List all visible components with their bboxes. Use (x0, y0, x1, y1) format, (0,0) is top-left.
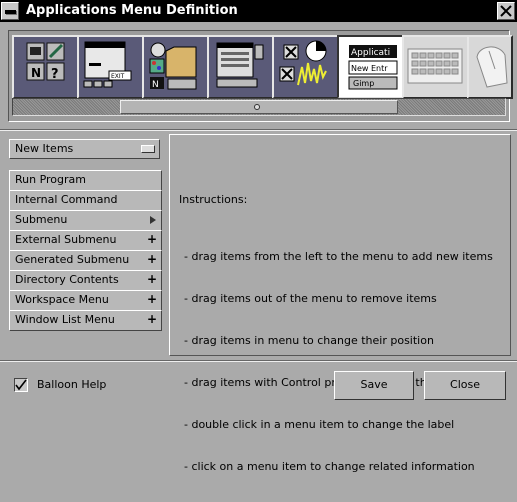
mouse-tile[interactable] (467, 35, 513, 99)
instruction-line: - double click in a menu item to change … (184, 418, 455, 431)
save-button[interactable]: Save (334, 371, 414, 400)
scrollbar-knob[interactable] (120, 100, 398, 114)
instruction-line: - drag items from the left to the menu t… (184, 250, 493, 263)
window-title: Applications Menu Definition (26, 3, 238, 18)
divider (0, 129, 517, 131)
instruction-line: - drag items out of the menu to remove i… (184, 292, 437, 305)
check-icon (15, 379, 27, 391)
item-label: Window List Menu (15, 313, 115, 326)
plus-icon: + (146, 232, 157, 246)
menu-editor-label-1: Applicati (351, 48, 390, 58)
scroll-grip-icon (254, 104, 260, 110)
item-workspace-menu[interactable]: Workspace Menu + (9, 290, 162, 311)
item-label: Generated Submenu (15, 253, 130, 266)
instructions-heading: Instructions: (179, 193, 248, 206)
item-window-list-menu[interactable]: Window List Menu + (9, 310, 162, 331)
item-label: Internal Command (15, 193, 118, 206)
window-icon (216, 42, 264, 88)
balloon-help-label: Balloon Help (37, 378, 107, 391)
item-internal-command[interactable]: Internal Command (9, 190, 162, 211)
plus-icon: + (146, 312, 157, 326)
mixer-icon (279, 40, 327, 86)
plus-icon: + (146, 292, 157, 306)
menu-editor-icon: Applicati New Entr Gimp (348, 45, 398, 90)
item-generated-submenu[interactable]: Generated Submenu + (9, 250, 162, 271)
svg-text:N: N (152, 80, 159, 90)
plus-icon: + (146, 272, 157, 286)
menu-editor-tile[interactable]: Applicati New Entr Gimp (337, 35, 405, 99)
instruction-line: - click on a menu item to change related… (184, 460, 475, 473)
instructions-list: - drag items from the left to the menu t… (184, 222, 493, 502)
balloon-help-checkbox[interactable] (14, 378, 28, 392)
folder-icon: N (149, 42, 197, 90)
instructions-panel: Instructions: - drag items from the left… (169, 134, 511, 473)
misc-tile[interactable] (272, 35, 340, 99)
plus-icon: + (146, 252, 157, 266)
new-items-popup[interactable]: New Items (9, 139, 160, 159)
svg-text:EXIT: EXIT (111, 73, 125, 80)
item-label: Submenu (15, 213, 68, 226)
window-menu-button[interactable] (1, 2, 19, 20)
submenu-arrow-icon (150, 216, 156, 224)
svg-text:N: N (31, 66, 41, 80)
item-label: Workspace Menu (15, 293, 109, 306)
menu-editor-label-2: New Entr (351, 64, 388, 73)
item-label: Run Program (15, 173, 87, 186)
workspace-icons-tile[interactable]: N ? (12, 35, 80, 99)
keyboard-icon (407, 48, 463, 84)
item-directory-contents[interactable]: Directory Contents + (9, 270, 162, 291)
svg-text:?: ? (51, 67, 59, 82)
item-label: External Submenu (15, 233, 117, 246)
divider (0, 360, 517, 362)
popup-indicator-icon (141, 145, 155, 153)
menu-editor-label-3: Gimp (353, 79, 374, 88)
mouse-icon (476, 46, 508, 88)
item-external-submenu[interactable]: External Submenu + (9, 230, 162, 251)
windows-tile[interactable] (207, 35, 275, 99)
close-icon (500, 5, 512, 17)
folder-tools-tile[interactable]: N (142, 35, 210, 99)
popup-label: New Items (15, 142, 74, 155)
window-menu-icon (5, 10, 16, 14)
item-label: Directory Contents (15, 273, 119, 286)
item-run-program[interactable]: Run Program (9, 170, 162, 191)
close-window-button[interactable] (497, 2, 515, 20)
workspace-menu-tile[interactable]: EXIT (77, 35, 145, 99)
keyboard-tile[interactable] (402, 35, 470, 99)
item-submenu[interactable]: Submenu (9, 210, 162, 231)
menu-window-icon: EXIT (83, 41, 132, 88)
grid-icons-icon: N ? (26, 42, 65, 82)
icon-strip-scrollbar[interactable] (12, 98, 506, 116)
instruction-line: - drag items in menu to change their pos… (184, 334, 434, 347)
close-button[interactable]: Close (424, 371, 506, 400)
icon-strip: N ? EXIT N Applicati New Entr Gimp (8, 30, 513, 122)
